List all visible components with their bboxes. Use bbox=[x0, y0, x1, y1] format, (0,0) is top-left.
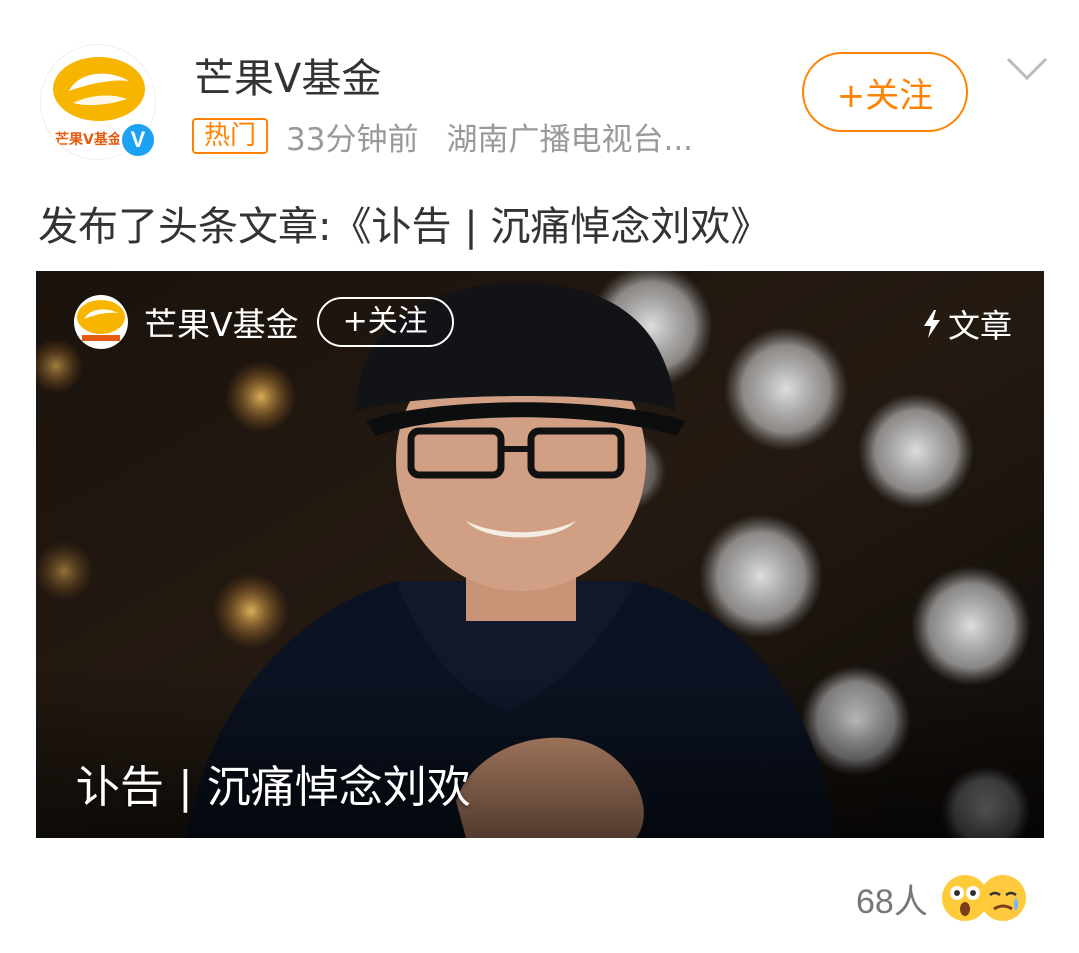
article-card-title: 讣告 | 沉痛悼念刘欢 bbox=[76, 762, 471, 813]
article-card[interactable]: 芒果V基金 +关注 文章 讣告 | 沉痛悼念刘欢 bbox=[36, 271, 1044, 838]
hot-tag: 热门 bbox=[192, 118, 269, 154]
shocked-emoji-icon bbox=[941, 875, 988, 921]
user-name[interactable]: 芒果V基金 bbox=[194, 46, 381, 104]
lightning-icon bbox=[923, 310, 940, 338]
post-source: 湖南广播电视台... bbox=[446, 121, 694, 158]
reactions-bar[interactable]: 68人 bbox=[856, 868, 1026, 928]
post-text: 发布了头条文章:《讣告 | 沉痛悼念刘欢》 bbox=[38, 204, 771, 250]
mango-logo-icon bbox=[53, 57, 145, 121]
article-type-label: 文章 bbox=[922, 301, 1012, 347]
post-header: 芒果V基金 V 芒果V基金 热门 33分钟前 湖南广播电视台... +关注 bbox=[0, 0, 1079, 180]
post-meta: 热门 33分钟前 湖南广播电视台... bbox=[192, 114, 693, 158]
verified-badge-icon: V bbox=[119, 121, 157, 159]
chevron-down-icon[interactable] bbox=[1006, 56, 1048, 82]
card-avatar bbox=[74, 295, 128, 349]
article-type-text: 文章 bbox=[947, 307, 1012, 345]
reaction-count: 68人 bbox=[856, 882, 928, 921]
avatar-logo-text: 芒果V基金 bbox=[55, 132, 122, 148]
post-time: 33分钟前 bbox=[286, 121, 419, 158]
card-author[interactable]: 芒果V基金 +关注 bbox=[74, 295, 454, 349]
card-follow-button[interactable]: +关注 bbox=[316, 297, 454, 347]
follow-button[interactable]: +关注 bbox=[802, 52, 968, 132]
card-author-name: 芒果V基金 bbox=[144, 305, 299, 344]
mango-logo-icon bbox=[77, 300, 125, 341]
